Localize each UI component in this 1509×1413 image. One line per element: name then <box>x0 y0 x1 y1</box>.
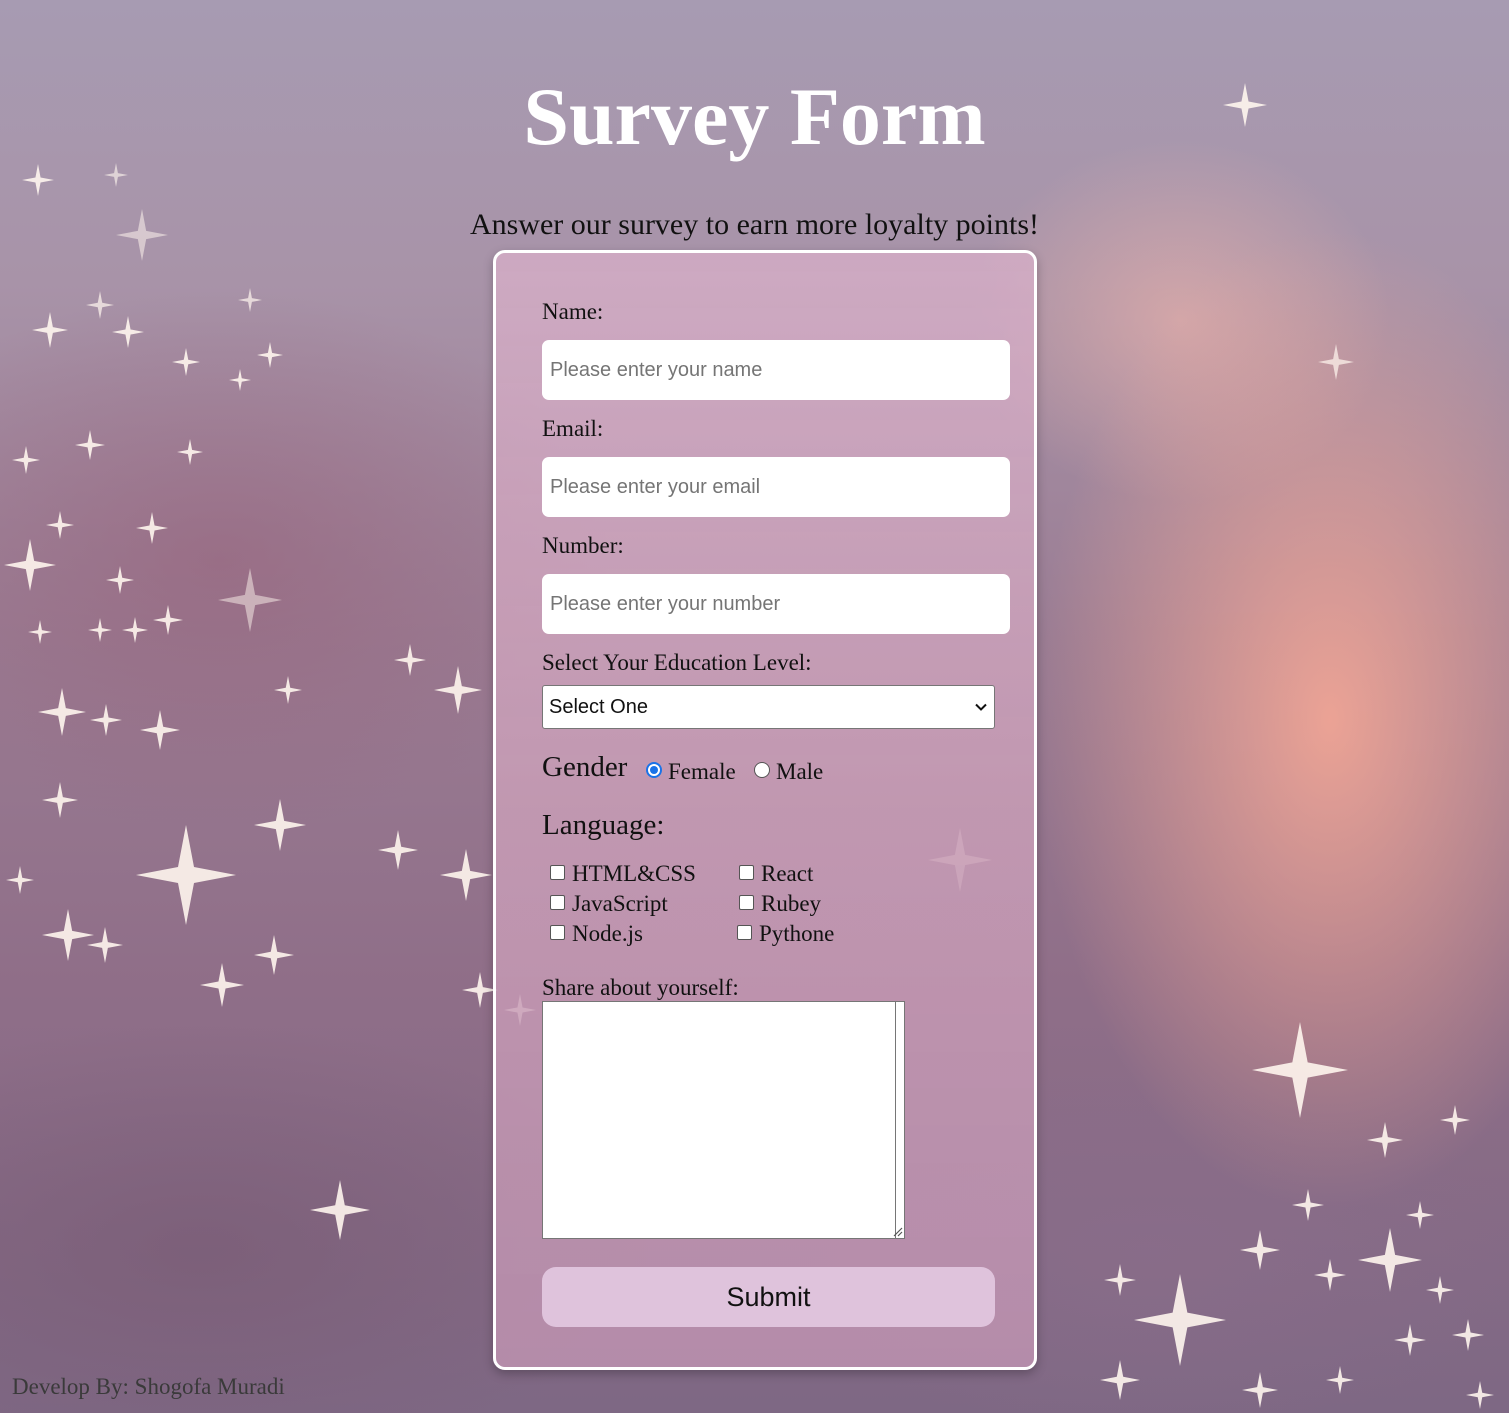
about-textarea[interactable] <box>542 1001 905 1239</box>
gender-female-label: Female <box>668 759 736 784</box>
submit-button[interactable]: Submit <box>542 1267 995 1327</box>
chevron-down-icon <box>975 703 987 711</box>
email-label: Email: <box>542 416 604 441</box>
footer-credit: Develop By: Shogofa Muradi <box>12 1374 285 1399</box>
education-selected-value: Select One <box>549 695 648 718</box>
gender-label: Gender <box>542 751 628 783</box>
language-react-label: React <box>761 861 814 886</box>
language-pythone-label: Pythone <box>759 921 835 946</box>
gender-female-radio[interactable] <box>646 762 662 778</box>
page-subtitle: Answer our survey to earn more loyalty p… <box>469 208 1040 241</box>
resize-handle-icon[interactable] <box>891 1225 903 1237</box>
email-input[interactable] <box>542 457 1010 517</box>
gender-male-radio[interactable] <box>754 762 770 778</box>
name-input[interactable] <box>542 340 1010 400</box>
education-select[interactable]: Select One <box>542 685 995 729</box>
education-label: Select Your Education Level: <box>542 650 812 675</box>
language-nodejs-checkbox[interactable] <box>550 925 565 940</box>
number-input[interactable] <box>542 574 1010 634</box>
language-label: Language: <box>542 809 665 841</box>
textarea-scrollbar[interactable] <box>895 1002 904 1238</box>
name-label: Name: <box>542 299 604 324</box>
language-javascript-checkbox[interactable] <box>550 895 565 910</box>
language-html-css-label: HTML&CSS <box>572 861 696 886</box>
language-pythone-checkbox[interactable] <box>737 925 752 940</box>
language-nodejs-label: Node.js <box>572 921 643 946</box>
page-title: Survey Form <box>523 71 986 162</box>
language-rubey-checkbox[interactable] <box>739 895 754 910</box>
language-html-css-checkbox[interactable] <box>550 865 565 880</box>
number-label: Number: <box>542 533 624 558</box>
gender-male-label: Male <box>776 759 824 784</box>
language-react-checkbox[interactable] <box>739 865 754 880</box>
language-rubey-label: Rubey <box>761 891 822 916</box>
about-label: Share about yourself: <box>542 975 739 1000</box>
survey-form: Name: Email: Number: Select Your Educati… <box>493 250 1037 1370</box>
language-javascript-label: JavaScript <box>572 891 668 916</box>
